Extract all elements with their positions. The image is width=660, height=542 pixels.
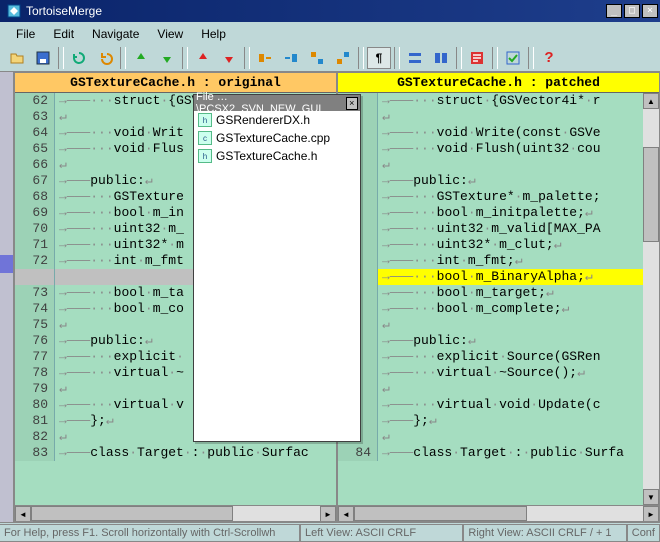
reload-icon[interactable] — [67, 47, 91, 69]
next-conflict-icon[interactable] — [217, 47, 241, 69]
menu-file[interactable]: File — [8, 25, 43, 43]
file-icon: h — [198, 149, 212, 163]
code-line[interactable]: →———···void·Flush(uint32·cou — [338, 141, 643, 157]
menubar: File Edit Navigate View Help — [0, 22, 660, 44]
code-line[interactable]: ↵ — [338, 109, 643, 125]
code-line[interactable]: →———···virtual·~Source();↵ — [338, 365, 643, 381]
code-line[interactable]: →———···uint32·m_valid[MAX_PA — [338, 221, 643, 237]
file-name-label: GSTextureCache.h — [216, 149, 317, 163]
help-icon[interactable]: ? — [537, 47, 561, 69]
prev-diff-icon[interactable] — [129, 47, 153, 69]
wrap-lines-icon[interactable] — [465, 47, 489, 69]
popup-body: h GSRendererDX.h c GSTextureCache.cpp h GSTex… — [194, 111, 360, 441]
code-line[interactable]: →———···void·Write(const·GSVe — [338, 125, 643, 141]
code-line[interactable]: ↵ — [338, 381, 643, 397]
code-line[interactable]: ↵ — [338, 317, 643, 333]
code-line[interactable]: →———···struct·{GSVector4i*·r — [338, 93, 643, 109]
popup-titlebar[interactable]: File …\PCSX2_SVN_NEW_GUI × — [194, 95, 360, 111]
statusbar: For Help, press F1. Scroll horizontally … — [0, 522, 660, 542]
open-icon[interactable] — [5, 47, 29, 69]
menu-help[interactable]: Help — [193, 25, 234, 43]
file-name-label: GSTextureCache.cpp — [216, 131, 330, 145]
code-line[interactable]: →———};↵ — [338, 413, 643, 429]
window-title: TortoiseMerge — [26, 4, 606, 18]
file-list-popup: File …\PCSX2_SVN_NEW_GUI × h GSRendererDX… — [193, 94, 361, 442]
right-horizontal-scrollbar[interactable]: ◄► — [338, 505, 659, 521]
inline-diff-icon[interactable] — [403, 47, 427, 69]
minimize-button[interactable]: _ — [606, 4, 622, 18]
menu-view[interactable]: View — [149, 25, 191, 43]
status-help: For Help, press F1. Scroll horizontally … — [0, 524, 300, 542]
code-line[interactable]: ↵ — [338, 429, 643, 445]
popup-title-text: File …\PCSX2_SVN_NEW_GUI — [196, 91, 346, 115]
code-line[interactable]: 83→———class·Target·:·public·Surfac — [15, 445, 336, 461]
use-left-first-icon[interactable] — [305, 47, 329, 69]
code-line[interactable]: →———···virtual·void·Update(c — [338, 397, 643, 413]
two-pane-icon[interactable] — [429, 47, 453, 69]
right-pane-title: GSTextureCache.h : patched — [338, 73, 659, 93]
right-pane: GSTextureCache.h : patched →———···struct… — [337, 72, 660, 522]
use-right-icon[interactable] — [279, 47, 303, 69]
code-line[interactable]: →———···bool·m_target;↵ — [338, 285, 643, 301]
code-line[interactable]: →———···explicit·Source(GSRen — [338, 349, 643, 365]
use-left-icon[interactable] — [253, 47, 277, 69]
code-line[interactable]: →———···bool·m_initpalette;↵ — [338, 205, 643, 221]
code-line[interactable]: →———public:↵ — [338, 173, 643, 189]
use-right-first-icon[interactable] — [331, 47, 355, 69]
popup-close-icon[interactable]: × — [346, 97, 358, 110]
file-name-label: GSRendererDX.h — [216, 113, 310, 127]
status-conflicts: Conf — [627, 524, 660, 542]
status-right-view: Right View: ASCII CRLF / + 1 — [463, 524, 626, 542]
popup-file-item[interactable]: h GSTextureCache.h — [194, 147, 360, 165]
right-code-area[interactable]: →———···struct·{GSVector4i*·r↵→———···void… — [338, 93, 643, 505]
show-whitespace-icon[interactable]: ¶ — [367, 47, 391, 69]
prev-conflict-icon[interactable] — [191, 47, 215, 69]
left-pane-title: GSTextureCache.h : original — [15, 73, 336, 93]
file-icon: c — [198, 131, 212, 145]
mark-resolved-icon[interactable] — [501, 47, 525, 69]
undo-icon[interactable] — [93, 47, 117, 69]
toolbar: ¶ ? — [0, 44, 660, 72]
code-line[interactable]: 84→———class·Target·:·public·Surfa — [338, 445, 643, 461]
file-icon: h — [198, 113, 212, 127]
left-horizontal-scrollbar[interactable]: ◄► — [15, 505, 336, 521]
titlebar: TortoiseMerge _ □ × — [0, 0, 660, 22]
code-line[interactable]: ↵ — [338, 157, 643, 173]
code-line[interactable]: →———···bool·m_complete;↵ — [338, 301, 643, 317]
popup-file-item[interactable]: c GSTextureCache.cpp — [194, 129, 360, 147]
menu-navigate[interactable]: Navigate — [84, 25, 147, 43]
menu-edit[interactable]: Edit — [45, 25, 82, 43]
locator-bar[interactable] — [0, 72, 14, 522]
maximize-button[interactable]: □ — [624, 4, 640, 18]
app-icon — [6, 3, 22, 19]
code-line[interactable]: →———···uint32*·m_clut;↵ — [338, 237, 643, 253]
code-line[interactable]: →———public:↵ — [338, 333, 643, 349]
close-button[interactable]: × — [642, 4, 658, 18]
status-left-view: Left View: ASCII CRLF — [300, 524, 463, 542]
next-diff-icon[interactable] — [155, 47, 179, 69]
code-line[interactable]: →———···int·m_fmt;↵ — [338, 253, 643, 269]
code-line[interactable]: →———···GSTexture*·m_palette; — [338, 189, 643, 205]
vertical-scrollbar[interactable]: ▲ ▼ — [643, 93, 659, 505]
save-icon[interactable] — [31, 47, 55, 69]
code-line[interactable]: →———···bool·m_BinaryAlpha;↵ — [338, 269, 643, 285]
